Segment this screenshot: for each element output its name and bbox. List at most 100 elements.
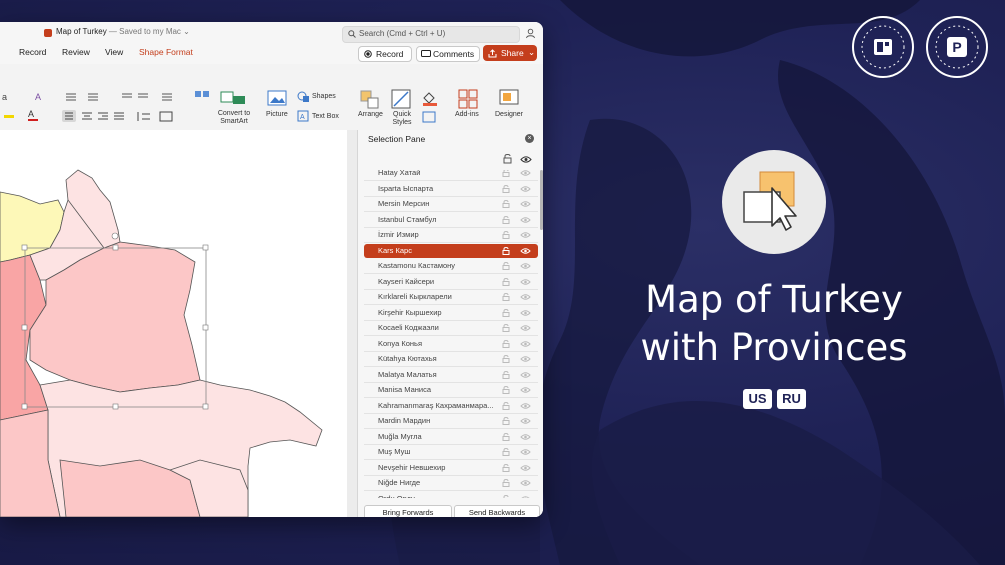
textbox-icon[interactable]: A bbox=[297, 110, 309, 122]
shapes-icon[interactable] bbox=[297, 91, 311, 103]
eye-icon[interactable] bbox=[520, 480, 531, 486]
eye-icon[interactable] bbox=[520, 278, 531, 285]
show-all-icon[interactable] bbox=[520, 156, 532, 163]
record-button[interactable]: Record bbox=[358, 46, 412, 62]
lock-icon[interactable] bbox=[502, 231, 510, 239]
slide[interactable] bbox=[0, 130, 347, 517]
selection-item[interactable]: Kırklareli Кыркларели bbox=[364, 290, 538, 305]
eye-icon[interactable] bbox=[520, 232, 531, 238]
bring-forwards-button[interactable]: Bring Forwards bbox=[364, 505, 452, 517]
lock-icon[interactable] bbox=[502, 246, 510, 255]
picture-icon[interactable] bbox=[267, 90, 289, 108]
tab-record[interactable]: Record bbox=[19, 47, 46, 57]
lock-icon[interactable] bbox=[502, 355, 510, 363]
eye-icon[interactable] bbox=[520, 402, 531, 409]
selection-item[interactable]: Kirşehir Кыршехир bbox=[364, 306, 538, 321]
selection-item[interactable]: Konya Конья bbox=[364, 337, 538, 352]
designer-label[interactable]: Designer bbox=[495, 111, 523, 118]
selection-item[interactable]: Niğde Нигде bbox=[364, 476, 538, 491]
convert-smartart-label[interactable]: Convert to SmartArt bbox=[214, 110, 254, 126]
textbox-label[interactable]: Text Box bbox=[312, 113, 339, 120]
tab-view[interactable]: View bbox=[105, 47, 123, 57]
shapes-label[interactable]: Shapes bbox=[312, 93, 336, 100]
eye-icon[interactable] bbox=[520, 371, 531, 378]
lock-icon[interactable] bbox=[502, 417, 510, 425]
picture-label[interactable]: Picture bbox=[266, 111, 288, 118]
share-dropdown-icon[interactable]: ⌄ bbox=[528, 47, 535, 58]
columns-icon[interactable] bbox=[194, 90, 212, 100]
smartart-icon[interactable] bbox=[220, 90, 248, 106]
eye-icon[interactable] bbox=[520, 433, 531, 440]
lock-icon[interactable] bbox=[502, 401, 510, 410]
lock-icon[interactable] bbox=[502, 448, 510, 456]
search-input[interactable]: Search (Cmd + Ctrl + U) bbox=[342, 26, 520, 43]
collaborators-icon[interactable] bbox=[525, 28, 536, 39]
eye-icon[interactable] bbox=[520, 185, 531, 192]
selection-item[interactable]: Istanbul Стамбул bbox=[364, 213, 538, 228]
quick-styles-label[interactable]: Quick Styles bbox=[388, 111, 416, 127]
eye-icon[interactable] bbox=[520, 216, 531, 223]
lock-icon[interactable] bbox=[502, 432, 510, 441]
tab-shape-format[interactable]: Shape Format bbox=[139, 47, 193, 57]
eye-icon[interactable] bbox=[520, 325, 531, 331]
addins-icon[interactable] bbox=[458, 89, 478, 109]
eye-icon[interactable] bbox=[520, 263, 531, 269]
selection-item[interactable]: Kastamonu Кастамону bbox=[364, 259, 538, 274]
eye-icon[interactable] bbox=[520, 418, 531, 424]
lock-icon[interactable] bbox=[502, 479, 510, 487]
lock-all-icon[interactable] bbox=[503, 154, 512, 164]
send-backwards-button[interactable]: Send Backwards bbox=[454, 505, 540, 517]
selection-item[interactable]: Manisa Маниса bbox=[364, 383, 538, 398]
selection-item[interactable]: Ordu Орду bbox=[364, 492, 538, 499]
lock-icon[interactable] bbox=[502, 184, 510, 193]
lock-icon[interactable] bbox=[502, 277, 510, 286]
eye-icon[interactable] bbox=[520, 356, 531, 362]
eye-icon[interactable] bbox=[520, 309, 531, 316]
share-button[interactable]: Share ⌄ bbox=[483, 45, 537, 61]
selection-item[interactable]: Kocaeli Коджаэли bbox=[364, 321, 538, 336]
selection-item[interactable]: Kahramanmaraş Кахраманмара... bbox=[364, 399, 538, 414]
eye-icon[interactable] bbox=[520, 201, 531, 207]
scrollbar[interactable] bbox=[540, 170, 543, 498]
eye-icon[interactable] bbox=[520, 387, 531, 393]
selection-item[interactable]: İzmir Измир bbox=[364, 228, 538, 243]
font-controls-icon[interactable]: a A A bbox=[0, 90, 50, 124]
selection-item[interactable]: Isparta Ыспарта bbox=[364, 182, 538, 197]
selection-item[interactable]: Malatya Малатья bbox=[364, 368, 538, 383]
eye-icon[interactable] bbox=[520, 464, 531, 471]
lock-icon[interactable] bbox=[502, 308, 510, 317]
lock-icon[interactable] bbox=[502, 215, 510, 224]
selection-item[interactable]: Muğla Мугла bbox=[364, 430, 538, 445]
lock-icon[interactable] bbox=[502, 170, 510, 177]
eye-icon[interactable] bbox=[520, 495, 531, 499]
close-icon[interactable]: × bbox=[525, 134, 534, 143]
selection-item[interactable]: Kayseri Кайсери bbox=[364, 275, 538, 290]
lock-icon[interactable] bbox=[502, 370, 510, 379]
lock-icon[interactable] bbox=[502, 339, 510, 348]
paragraph-controls-icon[interactable] bbox=[62, 90, 182, 124]
shape-fill-icon[interactable] bbox=[421, 90, 443, 124]
quick-styles-icon[interactable] bbox=[391, 89, 413, 111]
eye-icon[interactable] bbox=[520, 449, 531, 455]
eye-icon[interactable] bbox=[520, 170, 531, 176]
selection-item[interactable]: Muş Муш bbox=[364, 445, 538, 460]
selection-item[interactable]: Mersin Мерсин bbox=[364, 197, 538, 212]
slide-canvas[interactable] bbox=[0, 130, 357, 517]
document-title[interactable]: Map of Turkey — Saved to my Mac ⌄ bbox=[56, 27, 190, 36]
lock-icon[interactable] bbox=[502, 386, 510, 394]
lock-icon[interactable] bbox=[502, 262, 510, 270]
selection-item[interactable]: Kütahya Кютахья bbox=[364, 352, 538, 367]
selection-item[interactable]: Hatay Хатай bbox=[364, 170, 538, 181]
eye-icon[interactable] bbox=[520, 340, 531, 347]
lock-icon[interactable] bbox=[502, 324, 510, 332]
designer-icon[interactable] bbox=[499, 89, 521, 109]
rotate-handle[interactable] bbox=[111, 232, 119, 240]
eye-icon[interactable] bbox=[520, 247, 531, 254]
lock-icon[interactable] bbox=[502, 293, 510, 301]
lock-icon[interactable] bbox=[502, 200, 510, 208]
selection-item[interactable]: Mardin Мардин bbox=[364, 414, 538, 429]
comments-button[interactable]: Comments bbox=[416, 46, 480, 62]
addins-label[interactable]: Add-ins bbox=[455, 111, 479, 118]
lock-icon[interactable] bbox=[502, 463, 510, 472]
selection-item[interactable]: Nevşehir Невшехир bbox=[364, 461, 538, 476]
